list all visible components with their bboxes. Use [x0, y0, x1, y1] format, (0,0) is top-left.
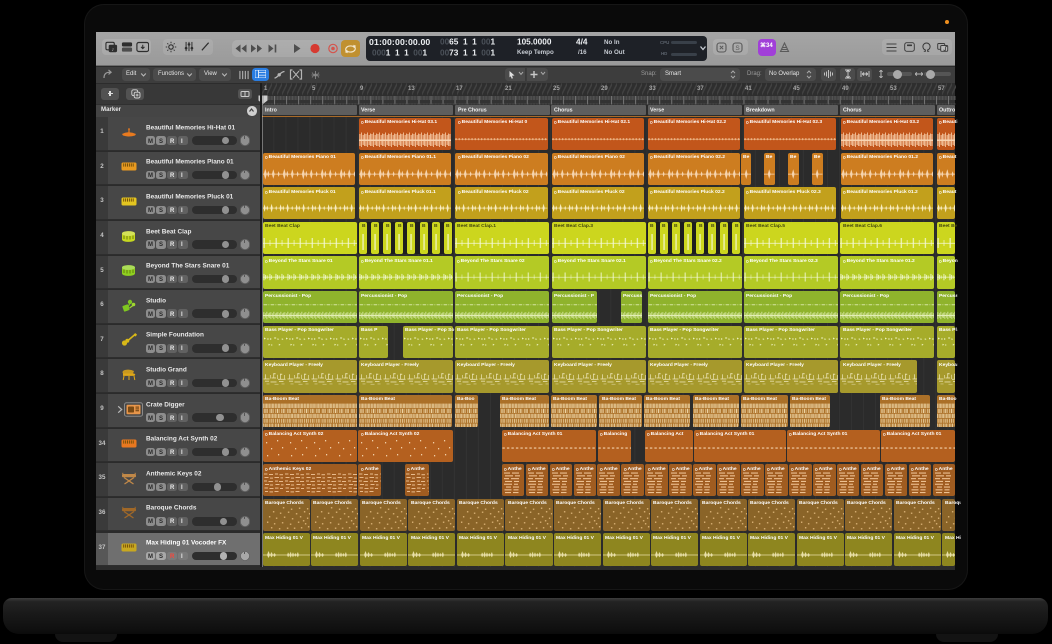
- svg-text:S: S: [735, 45, 740, 52]
- svg-text:♪: ♪: [111, 47, 114, 53]
